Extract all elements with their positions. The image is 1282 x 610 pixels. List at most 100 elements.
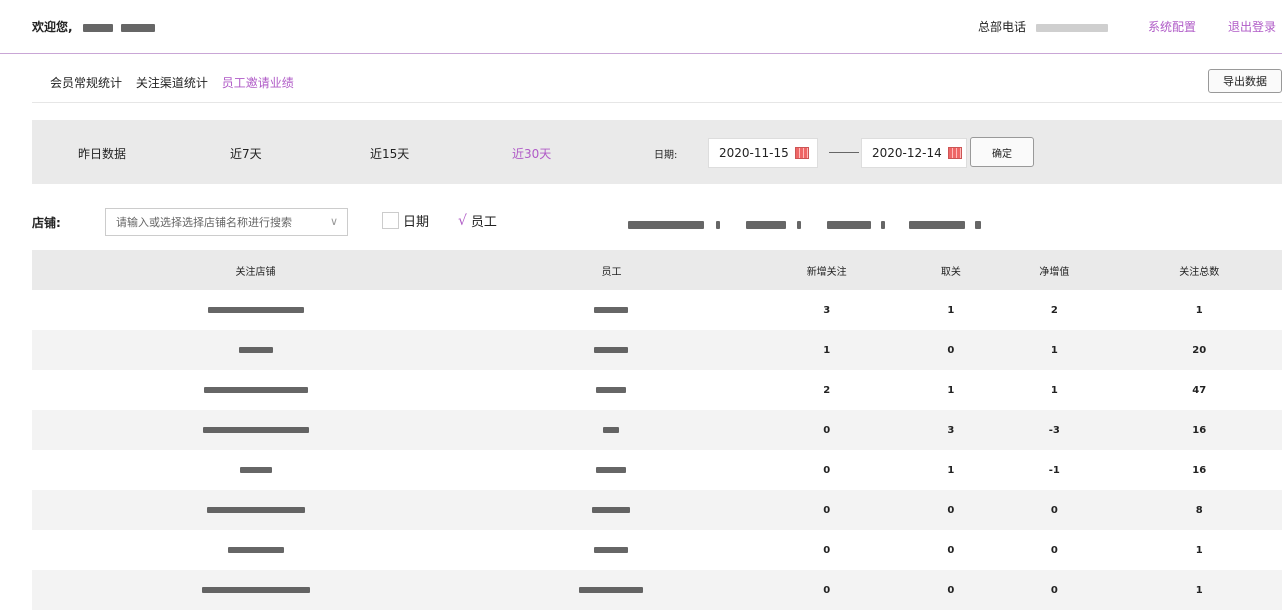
- cell-new: 0: [743, 490, 910, 530]
- cell-new: 0: [743, 410, 910, 450]
- redacted-employee: [479, 290, 744, 330]
- confirm-button[interactable]: 确定: [970, 137, 1034, 167]
- redacted-phone: [1035, 23, 1108, 32]
- redacted-store: [32, 410, 480, 450]
- cell-total: 1: [1116, 570, 1282, 610]
- cell-net: 1: [992, 330, 1117, 370]
- cell-new: 0: [823, 464, 831, 476]
- cell-unfollow: 1: [947, 384, 955, 396]
- table-row: 0 0 0 8: [32, 490, 1282, 530]
- cell-net: 0: [992, 490, 1117, 530]
- filter-bar: 昨日数据 近7天 近15天 近30天 日期: 2020-11-15 2020-1…: [32, 120, 1282, 184]
- date-checkbox[interactable]: 日期: [382, 211, 429, 230]
- checkbox-box: [382, 212, 399, 229]
- col-employee: 员工: [479, 250, 744, 290]
- col-new-follows: 新增关注: [743, 250, 910, 290]
- stats-tabs: 会员常规统计 关注渠道统计 员工邀请业绩: [50, 74, 304, 91]
- redacted-employee: [479, 450, 744, 490]
- tab-follow-channel-stats[interactable]: 关注渠道统计: [136, 76, 208, 90]
- col-net-growth: 净增值: [992, 250, 1117, 290]
- cell-total: 16: [1116, 410, 1282, 450]
- store-select-placeholder: 请输入或选择选择店铺名称进行搜索: [116, 216, 292, 229]
- start-date-value: 2020-11-15: [719, 146, 789, 160]
- range-yesterday[interactable]: 昨日数据: [78, 145, 126, 162]
- redacted-store: [32, 450, 479, 490]
- cell-unfollow: 1: [947, 304, 955, 316]
- redacted-employee: [479, 370, 744, 410]
- table-row: 0 0 0 1: [32, 570, 1282, 610]
- redacted-store: [32, 290, 479, 330]
- hq-phone-label: 总部电话: [978, 20, 1027, 34]
- chevron-down-icon: ∨: [329, 215, 338, 228]
- redacted-store: [32, 370, 479, 410]
- start-date-input[interactable]: 2020-11-15: [708, 138, 818, 168]
- employee-checkbox[interactable]: √ 员工: [458, 211, 497, 231]
- range-30-days[interactable]: 近30天: [512, 145, 551, 162]
- end-date-value: 2020-12-14: [872, 146, 942, 160]
- redacted-username: [82, 23, 113, 32]
- cell-net: -1: [1048, 464, 1060, 476]
- cell-total: 1: [1195, 304, 1203, 316]
- welcome-text: 欢迎您,: [32, 18, 155, 35]
- cell-new: 2: [823, 384, 831, 396]
- export-button[interactable]: 导出数据: [1208, 69, 1282, 93]
- redacted-employee: [479, 530, 744, 570]
- redacted-store: [32, 530, 479, 570]
- cell-net: 2: [1050, 304, 1058, 316]
- cell-total: 47: [1192, 384, 1207, 396]
- cell-unfollow: 3: [909, 410, 993, 450]
- cell-unfollow: 0: [909, 570, 993, 610]
- date-label: 日期:: [654, 150, 678, 161]
- calendar-icon[interactable]: [947, 147, 962, 159]
- top-bar: 欢迎您, 总部电话 系统配置 退出登录: [0, 0, 1282, 54]
- range-7-days[interactable]: 近7天: [230, 145, 262, 162]
- redacted-employee: [479, 330, 744, 370]
- cell-net: 0: [992, 570, 1117, 610]
- end-date-input[interactable]: 2020-12-14: [861, 138, 967, 168]
- logout-link[interactable]: 退出登录: [1228, 18, 1276, 35]
- date-checkbox-label: 日期: [403, 215, 430, 230]
- redacted-store: [32, 330, 480, 370]
- cell-new: 3: [823, 304, 831, 316]
- tab-member-stats[interactable]: 会员常规统计: [50, 76, 122, 90]
- tab-employee-invite[interactable]: 员工邀请业绩: [222, 76, 294, 90]
- table-row: 0 0 0 1: [32, 530, 1282, 570]
- cell-new: 0: [823, 544, 831, 556]
- table-header-row: 关注店铺 员工 新增关注 取关 净增值 关注总数: [32, 250, 1282, 290]
- employee-checkbox-label: 员工: [470, 215, 497, 230]
- store-search-select[interactable]: 请输入或选择选择店铺名称进行搜索 ∨: [105, 208, 348, 236]
- table-row: 0 3 -3 16: [32, 410, 1282, 450]
- cell-net: 1: [1050, 384, 1058, 396]
- cell-unfollow: 1: [947, 464, 955, 476]
- system-config-link[interactable]: 系统配置: [1148, 18, 1196, 35]
- calendar-icon[interactable]: [794, 147, 809, 159]
- welcome-label: 欢迎您,: [32, 20, 73, 34]
- redacted-store: [32, 490, 480, 530]
- redacted-employee: [479, 570, 744, 610]
- cell-total: 1: [1195, 544, 1203, 556]
- redacted-store: [32, 570, 480, 610]
- redacted-username: [120, 23, 155, 32]
- check-icon: √: [458, 212, 467, 229]
- cell-net: -3: [992, 410, 1117, 450]
- redacted-employee: [479, 490, 744, 530]
- table-row: 0 1 -1 16: [32, 450, 1282, 490]
- table-row: 1 0 1 20: [32, 330, 1282, 370]
- cell-unfollow: 0: [947, 544, 955, 556]
- cell-unfollow: 0: [909, 490, 993, 530]
- cell-unfollow: 0: [909, 330, 993, 370]
- cell-total: 20: [1116, 330, 1282, 370]
- cell-total: 16: [1192, 464, 1207, 476]
- cell-new: 0: [743, 570, 910, 610]
- redacted-summary: [628, 217, 981, 231]
- range-15-days[interactable]: 近15天: [370, 145, 409, 162]
- col-total-follows: 关注总数: [1116, 250, 1282, 290]
- table-row: 2 1 1 47: [32, 370, 1282, 410]
- date-separator: [829, 152, 859, 153]
- hq-phone: 总部电话: [978, 18, 1108, 35]
- cell-total: 8: [1116, 490, 1282, 530]
- store-label: 店铺:: [32, 216, 61, 230]
- cell-net: 0: [1050, 544, 1058, 556]
- invite-stats-table: 关注店铺 员工 新增关注 取关 净增值 关注总数 3 1 2 1 1 0 1 2…: [32, 250, 1282, 610]
- cell-new: 1: [743, 330, 910, 370]
